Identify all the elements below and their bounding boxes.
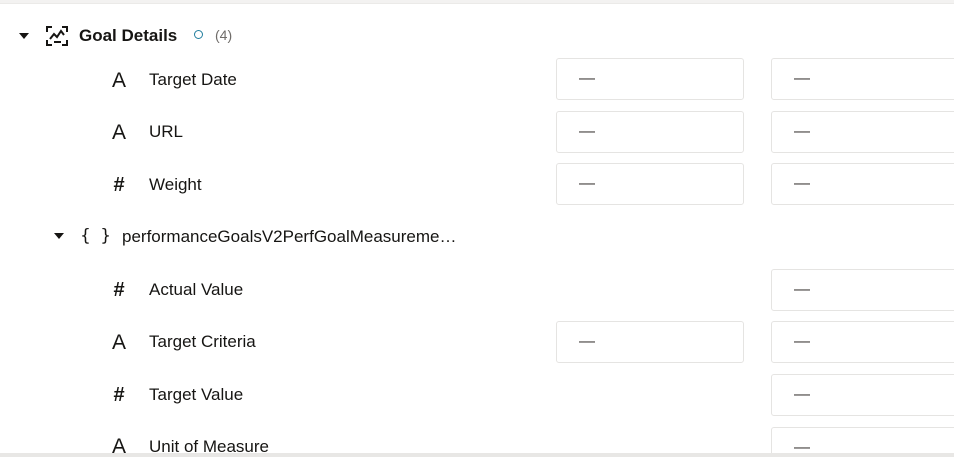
value-cell[interactable]: — — [771, 111, 954, 153]
measurement-group-header[interactable]: { } performanceGoalsV2PerfGoalMeasureme… — [0, 218, 954, 258]
group-label: performanceGoalsV2PerfGoalMeasureme… — [122, 227, 457, 246]
cell-value: — — [579, 70, 595, 87]
field-label: Weight — [149, 175, 202, 194]
text-type-icon: A — [111, 331, 126, 354]
value-cell[interactable]: — — [556, 321, 744, 363]
field-label: URL — [149, 122, 184, 141]
field-label: Target Date — [149, 70, 237, 89]
value-cell[interactable]: — — [771, 374, 954, 416]
value-cell[interactable]: — — [556, 58, 744, 100]
field-row-weight: # Weight — — — [0, 163, 954, 207]
cell-value: — — [579, 175, 595, 192]
value-cell[interactable]: — — [771, 58, 954, 100]
top-divider-line — [0, 3, 954, 4]
goal-details-header[interactable]: Goal Details (4) — [0, 20, 954, 52]
field-label: Actual Value — [149, 280, 244, 299]
goal-details-icon — [46, 26, 68, 46]
cell-value: — — [794, 70, 810, 87]
object-type-icon: { } — [80, 226, 114, 246]
collapse-caret-icon[interactable] — [54, 233, 64, 239]
cell-value: — — [794, 281, 810, 298]
number-type-icon: # — [113, 174, 125, 196]
field-row-url: A URL — — — [0, 111, 954, 155]
number-type-icon: # — [113, 384, 125, 406]
field-count: (4) — [215, 27, 233, 43]
value-cell[interactable]: — — [556, 111, 744, 153]
collapse-caret-icon[interactable] — [19, 33, 29, 39]
number-type-icon: # — [113, 279, 125, 301]
field-label: Target Value — [149, 385, 244, 404]
cell-value: — — [579, 333, 595, 350]
field-row-target-criteria: A Target Criteria — — — [0, 321, 954, 365]
field-row-target-date: A Target Date — — — [0, 58, 954, 102]
horizontal-scrollbar[interactable] — [0, 453, 954, 457]
text-type-icon: A — [111, 69, 126, 92]
value-cell[interactable]: — — [771, 269, 954, 311]
status-circle-icon — [194, 30, 203, 39]
text-type-icon: A — [111, 121, 126, 144]
cell-value: — — [794, 386, 810, 403]
cell-value: — — [794, 175, 810, 192]
value-cell[interactable]: — — [556, 163, 744, 205]
value-cell[interactable]: — — [771, 163, 954, 205]
field-label: Target Criteria — [149, 332, 256, 351]
section-title: Goal Details — [79, 26, 178, 45]
value-cell[interactable]: — — [771, 321, 954, 363]
field-row-actual-value: # Actual Value — — [0, 268, 954, 312]
cell-value: — — [794, 123, 810, 140]
cell-value: — — [579, 123, 595, 140]
field-row-target-value: # Target Value — — [0, 373, 954, 417]
cell-value: — — [794, 333, 810, 350]
